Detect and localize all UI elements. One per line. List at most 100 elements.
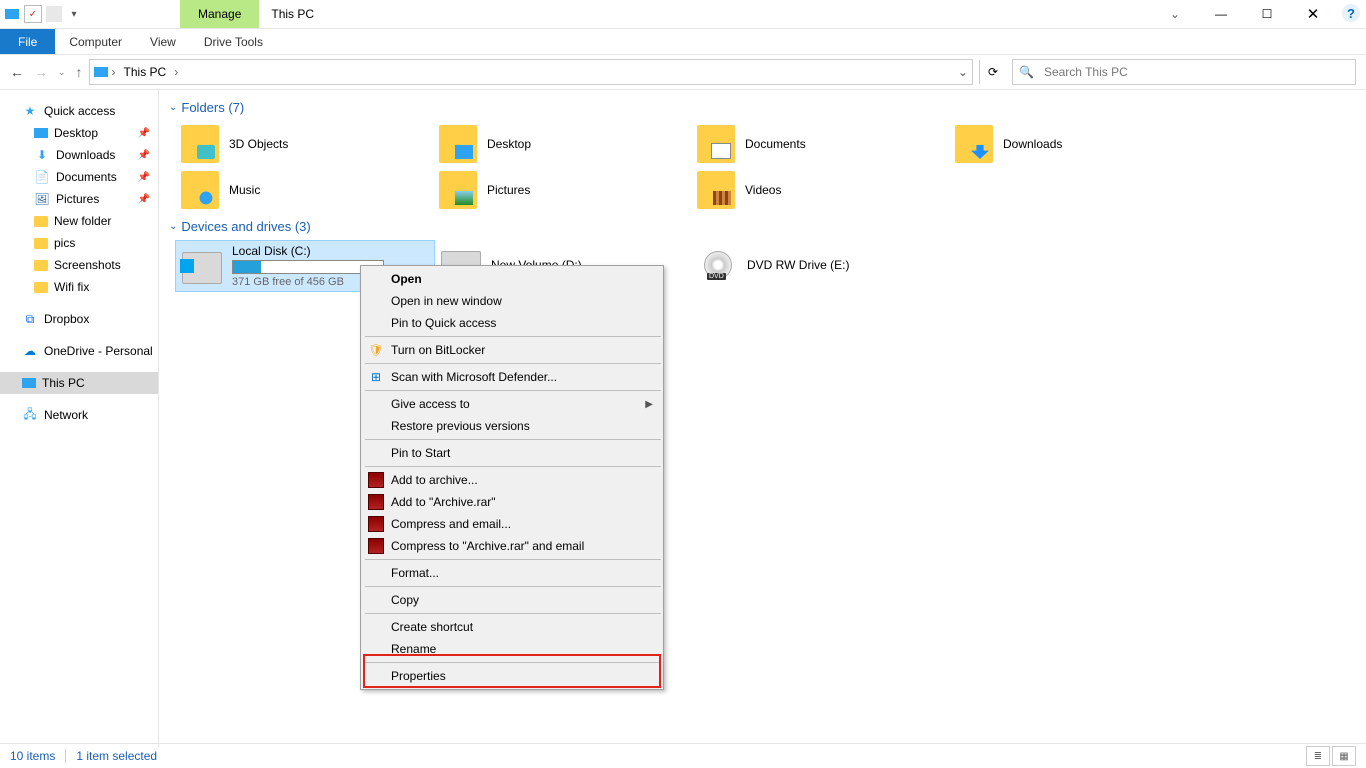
sidebar-item-network[interactable]: 🖧Network [0,404,158,426]
tile-documents[interactable]: Documents [691,121,949,167]
view-details-button[interactable]: ≣ [1306,746,1330,766]
minimize-button[interactable]: — [1198,0,1244,28]
ctx-add-archive[interactable]: Add to archive... [363,469,661,491]
recent-caret[interactable]: ⌄ [58,67,66,78]
sidebar-item-downloads[interactable]: ⬇Downloads📌 [0,144,158,166]
qat-dropdown-icon[interactable]: ▾ [66,6,82,22]
drive-e[interactable]: DVD DVD RW Drive (E:) [693,240,951,290]
ribbon-tabs: File Computer View Drive Tools [0,29,1366,55]
qat-properties-icon[interactable]: ✓ [24,5,42,23]
tab-file[interactable]: File [0,29,55,54]
sidebar-label: Downloads [56,148,115,162]
folder-icon [34,260,48,271]
desktop-icon [34,128,48,138]
manage-contextual-tab[interactable]: Manage [180,0,259,28]
sidebar-item-pics[interactable]: pics [0,232,158,254]
ctx-defender-scan[interactable]: ⊞Scan with Microsoft Defender... [363,366,661,388]
ctx-format[interactable]: Format... [363,562,661,584]
back-button[interactable]: ← [10,64,24,80]
winrar-icon [368,538,384,554]
address-chevron-icon[interactable]: › [174,65,178,79]
sidebar-item-quick-access[interactable]: ★Quick access [0,100,158,122]
ctx-label: Open in new window [391,294,502,308]
ctx-pin-quick-access[interactable]: Pin to Quick access [363,312,661,334]
sidebar-item-desktop[interactable]: Desktop📌 [0,122,158,144]
ctx-label: Copy [391,593,419,607]
drive-name: Local Disk (C:) [232,244,384,258]
tab-view[interactable]: View [136,29,190,54]
sidebar-item-screenshots[interactable]: Screenshots [0,254,158,276]
address-chevron-icon[interactable]: › [112,65,116,79]
tile-videos[interactable]: Videos [691,167,949,213]
onedrive-icon: ☁ [22,343,38,359]
tab-computer[interactable]: Computer [55,29,136,54]
address-crumb-thispc[interactable]: This PC [120,65,171,79]
ctx-label: Compress and email... [391,517,511,531]
ctx-label: Properties [391,669,446,683]
ctx-rename[interactable]: Rename [363,638,661,660]
tile-label: Pictures [487,183,530,197]
sidebar-item-pictures[interactable]: 🖼Pictures📌 [0,188,158,210]
ctx-label: Format... [391,566,439,580]
ctx-compress-email[interactable]: Compress and email... [363,513,661,535]
maximize-button[interactable]: ☐ [1244,0,1290,28]
view-switcher: ≣ ▦ [1306,746,1356,766]
ctx-create-shortcut[interactable]: Create shortcut [363,616,661,638]
sidebar-item-new-folder[interactable]: New folder [0,210,158,232]
shield-icon: 🛡 [368,342,384,358]
ctx-bitlocker[interactable]: 🛡Turn on BitLocker [363,339,661,361]
search-box[interactable]: 🔍 Search This PC [1012,59,1356,85]
view-icons-button[interactable]: ▦ [1332,746,1356,766]
forward-button[interactable]: → [34,64,48,80]
dropbox-icon: ⧉ [22,311,38,327]
address-history-caret[interactable]: ⌄ [958,65,968,79]
sidebar-item-documents[interactable]: 📄Documents📌 [0,166,158,188]
sidebar-item-dropbox[interactable]: ⧉Dropbox [0,308,158,330]
tile-desktop[interactable]: Desktop [433,121,691,167]
sidebar-item-wifi-fix[interactable]: Wifi fix [0,276,158,298]
folder-icon [697,125,735,163]
tile-label: Music [229,183,260,197]
ctx-label: Compress to "Archive.rar" and email [391,539,584,553]
pin-icon: 📌 [138,194,150,205]
folder-icon [697,171,735,209]
up-button[interactable]: ↑ [76,64,83,80]
tile-downloads[interactable]: Downloads [949,121,1207,167]
tile-3d-objects[interactable]: 3D Objects [175,121,433,167]
group-label: Folders (7) [181,100,244,115]
winrar-icon [368,472,384,488]
ctx-give-access[interactable]: Give access to▶ [363,393,661,415]
sidebar-item-this-pc[interactable]: This PC [0,372,158,394]
tile-pictures[interactable]: Pictures [433,167,691,213]
navigation-bar: ← → ⌄ ↑ › This PC › ⌄ ⟳ 🔍 Search This PC [0,55,1366,90]
address-bar[interactable]: › This PC › ⌄ [89,59,973,85]
sidebar-label: This PC [42,376,85,390]
title-bar: ✓ ▾ Manage This PC ⌄ — ☐ ✕ ? [0,0,1366,29]
ctx-compress-rar-email[interactable]: Compress to "Archive.rar" and email [363,535,661,557]
ctx-copy[interactable]: Copy [363,589,661,611]
folder-icon [439,171,477,209]
ribbon-collapse-caret[interactable]: ⌄ [1152,0,1198,28]
sidebar-label: Screenshots [54,258,121,272]
refresh-button[interactable]: ⟳ [979,60,1006,84]
status-selection-count: 1 item selected [76,749,157,763]
close-button[interactable]: ✕ [1290,0,1336,28]
ctx-pin-start[interactable]: Pin to Start [363,442,661,464]
tile-music[interactable]: Music [175,167,433,213]
ctx-add-archive-rar[interactable]: Add to "Archive.rar" [363,491,661,513]
sidebar-item-onedrive[interactable]: ☁OneDrive - Personal [0,340,158,362]
ctx-open[interactable]: Open [363,268,661,290]
group-header-drives[interactable]: ⌄Devices and drives (3) [169,219,1356,234]
folder-icon [34,238,48,249]
qat-new-icon[interactable] [46,6,62,22]
folder-icon [181,171,219,209]
ctx-open-new-window[interactable]: Open in new window [363,290,661,312]
help-button[interactable]: ? [1342,4,1360,22]
tile-label: 3D Objects [229,137,288,151]
drives-grid: Local Disk (C:) 371 GB free of 456 GB Ne… [175,240,1356,292]
ctx-restore-versions[interactable]: Restore previous versions [363,415,661,437]
search-icon: 🔍 [1019,65,1034,79]
ctx-properties[interactable]: Properties [363,665,661,687]
group-header-folders[interactable]: ⌄Folders (7) [169,100,1356,115]
tab-drive-tools[interactable]: Drive Tools [190,29,277,54]
